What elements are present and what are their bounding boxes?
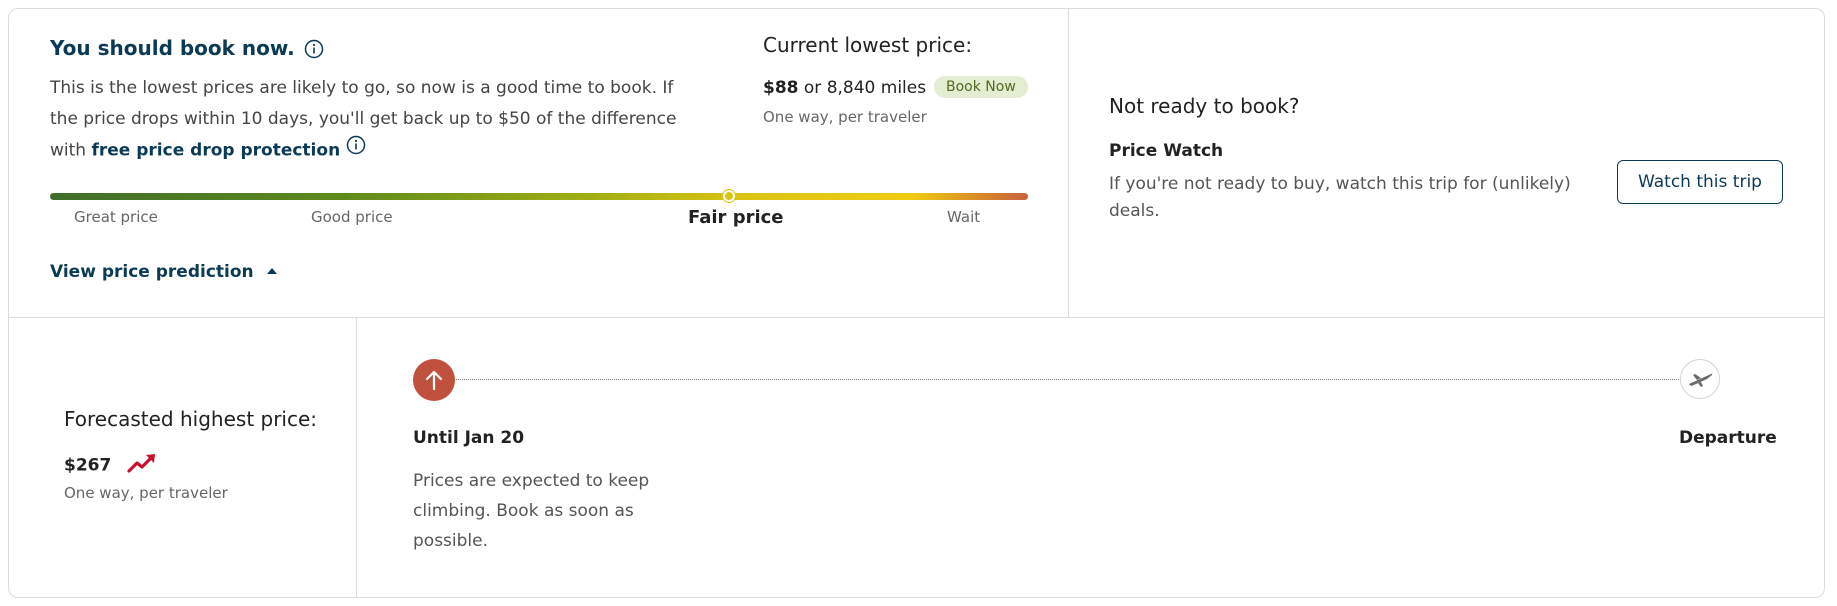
caret-up-icon: [266, 262, 278, 282]
divider-vertical-top: [1068, 9, 1069, 317]
current-price-value: $88: [763, 78, 799, 98]
arrow-up-icon: [424, 369, 444, 395]
current-price-line: $88 or 8,840 miles: [763, 78, 926, 98]
divider-horizontal: [9, 317, 1824, 318]
price-scale-bar: [50, 193, 1028, 200]
divider-vertical-bottom: [356, 318, 357, 597]
departure-marker: [1680, 359, 1720, 399]
view-price-prediction-link[interactable]: View price prediction: [50, 262, 278, 282]
timeline-start-description: Prices are expected to keep climbing. Bo…: [413, 471, 650, 551]
timeline-line: [456, 379, 1681, 380]
scale-label-wait: Wait: [947, 208, 981, 226]
forecast-price-line: $267: [64, 452, 157, 479]
timeline-end-label: Departure: [1679, 428, 1777, 448]
recommendation-description-block: This is the lowest prices are likely to …: [50, 73, 690, 167]
recommendation-header: You should book now.: [50, 36, 324, 63]
recommendation-title: You should book now.: [50, 36, 295, 60]
price-drop-protection-link[interactable]: free price drop protection: [91, 141, 340, 161]
price-scale-marker: [723, 190, 735, 202]
watch-trip-button[interactable]: Watch this trip: [1617, 160, 1783, 204]
airplane-icon: [1687, 369, 1713, 393]
info-icon[interactable]: [346, 135, 366, 166]
forecast-subtext: One way, per traveler: [64, 484, 228, 502]
scale-label-great: Great price: [74, 208, 158, 226]
forecast-heading: Forecasted highest price:: [64, 407, 318, 431]
watch-heading: Not ready to book?: [1109, 94, 1300, 118]
price-up-marker: [413, 359, 455, 401]
view-price-prediction-label: View price prediction: [50, 262, 254, 282]
forecast-price: $267: [64, 455, 112, 476]
price-watch-description: If you're not ready to buy, watch this t…: [1109, 174, 1571, 221]
current-price-subtext: One way, per traveler: [763, 108, 927, 126]
trending-up-icon: [127, 452, 157, 479]
book-now-badge: Book Now: [934, 76, 1028, 98]
scale-label-fair: Fair price: [688, 207, 784, 228]
price-watch-title: Price Watch: [1109, 141, 1224, 161]
scale-label-good: Good price: [311, 208, 393, 226]
info-icon[interactable]: [304, 39, 324, 63]
current-price-heading: Current lowest price:: [763, 33, 973, 57]
current-price-miles: or 8,840 miles: [803, 78, 927, 98]
timeline-start-label: Until Jan 20: [413, 428, 525, 448]
